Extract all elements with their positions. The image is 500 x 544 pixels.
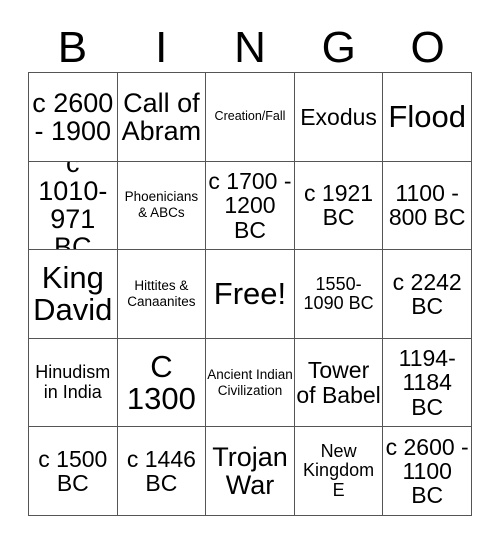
bingo-cell-n5[interactable]: Trojan War [206, 427, 295, 516]
bingo-cell-g2[interactable]: c 1921 BC [294, 161, 384, 251]
bingo-row: c 1500 BC c 1446 BC Trojan War New Kingd… [29, 427, 472, 516]
bingo-cell-b4[interactable]: Hinudism in India [29, 338, 118, 428]
bingo-cell-text: Hittites & Canaanites [127, 278, 196, 309]
bingo-cell-i1[interactable]: Call of Abram [117, 73, 207, 162]
bingo-cell-free-space[interactable]: Free! [206, 250, 295, 339]
bingo-cell-n2[interactable]: c 1700 - 1200 BC [206, 161, 295, 251]
bingo-cell-text: Tower of Babel [296, 357, 381, 408]
bingo-cell-i5[interactable]: c 1446 BC [117, 427, 207, 516]
bingo-cell-text: Ancient Indian Civilization [207, 366, 293, 398]
bingo-cell-i2[interactable]: Phoenicians & ABCs [117, 161, 207, 251]
bingo-cell-b1[interactable]: c 2600 - 1900 [29, 73, 118, 162]
bingo-card: B I N G O c 2600 - 1900 Call of Abram Cr… [28, 14, 472, 516]
bingo-cell-text: Flood [388, 98, 466, 134]
bingo-cell-text: Phoenicians & ABCs [124, 189, 199, 221]
bingo-header-letter-g: G [321, 23, 356, 72]
bingo-cell-text: c 2600 - 1900 [32, 87, 114, 146]
bingo-cell-text: c 2600 - 1100 BC [385, 433, 469, 509]
bingo-cell-text: King David [33, 260, 113, 327]
bingo-row: c 2600 - 1900 Call of Abram Creation/Fal… [29, 73, 472, 162]
bingo-row: King David Hittites & Canaanites Free! 1… [29, 250, 472, 339]
bingo-cell-text: c 1010-971 BC [38, 161, 108, 251]
bingo-cell-text: 1100 - 800 BC [388, 180, 466, 231]
bingo-cell-g5[interactable]: New Kingdom E [294, 427, 384, 516]
bingo-cell-i3[interactable]: Hittites & Canaanites [117, 250, 207, 339]
bingo-cell-o4[interactable]: 1194-1184 BC [383, 338, 472, 428]
bingo-cell-b2[interactable]: c 1010-971 BC [29, 161, 118, 251]
bingo-cell-text: c 2242 BC [392, 268, 462, 319]
bingo-row: c 1010-971 BC Phoenicians & ABCs c 1700 … [29, 161, 472, 251]
bingo-cell-text: 1194-1184 BC [398, 345, 456, 420]
bingo-cell-g1[interactable]: Exodus [294, 73, 384, 162]
bingo-grid: c 2600 - 1900 Call of Abram Creation/Fal… [28, 72, 472, 516]
bingo-header-letter-i: I [155, 23, 168, 72]
bingo-free-space-text: Free! [213, 276, 287, 312]
bingo-cell-text: Trojan War [212, 442, 288, 501]
bingo-cell-o1[interactable]: Flood [383, 73, 472, 162]
bingo-cell-o2[interactable]: 1100 - 800 BC [383, 161, 472, 251]
bingo-cell-g4[interactable]: Tower of Babel [294, 338, 384, 428]
bingo-cell-text: Hinudism in India [35, 362, 111, 402]
bingo-header-letter-o: O [410, 23, 445, 72]
bingo-cell-g3[interactable]: 1550-1090 BC [294, 250, 384, 339]
bingo-header-letter-n: N [234, 23, 266, 72]
bingo-row: Hinudism in India C 1300 Ancient Indian … [29, 338, 472, 428]
bingo-header-row: B I N G O [28, 14, 472, 72]
bingo-cell-text: c 1700 - 1200 BC [208, 167, 292, 243]
bingo-cell-b5[interactable]: c 1500 BC [29, 427, 118, 516]
bingo-cell-text: New Kingdom E [303, 441, 375, 500]
bingo-cell-text: C 1300 [126, 348, 196, 416]
bingo-cell-b3[interactable]: King David [29, 250, 118, 339]
bingo-cell-text: Creation/Fall [214, 109, 286, 124]
bingo-cell-o5[interactable]: c 2600 - 1100 BC [383, 427, 472, 516]
bingo-cell-i4[interactable]: C 1300 [117, 338, 207, 428]
bingo-header-letter-b: B [57, 23, 88, 72]
bingo-cell-text: c 1446 BC [126, 445, 196, 497]
bingo-cell-text: Exodus [300, 103, 377, 130]
bingo-cell-text: 1550-1090 BC [303, 273, 374, 313]
bingo-cell-n4[interactable]: Ancient Indian Civilization [206, 338, 295, 428]
bingo-cell-text: Call of Abram [121, 87, 202, 146]
bingo-cell-n1[interactable]: Creation/Fall [206, 73, 295, 162]
bingo-cell-o3[interactable]: c 2242 BC [383, 250, 472, 339]
bingo-cell-text: c 1500 BC [38, 445, 108, 497]
bingo-cell-text: c 1921 BC [304, 180, 374, 231]
